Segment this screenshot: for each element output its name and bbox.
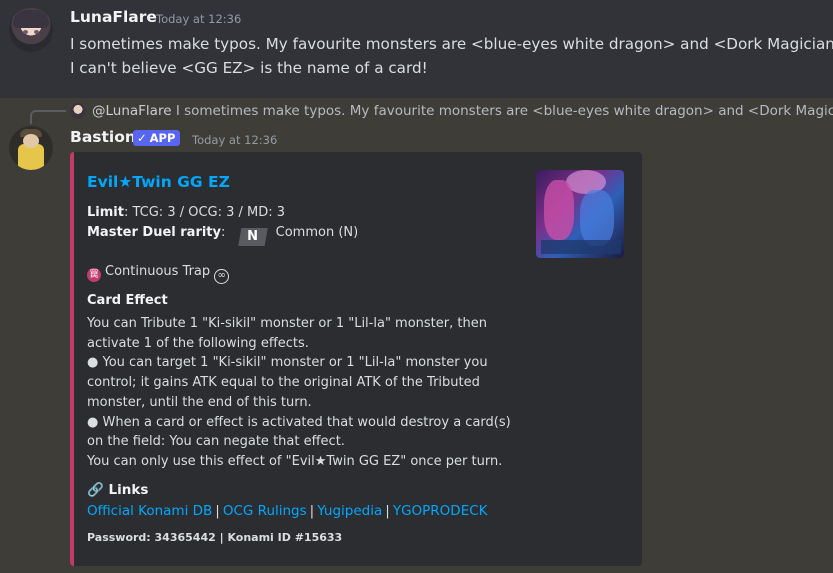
- username[interactable]: Bastion: [70, 128, 136, 146]
- art-shape: [541, 240, 621, 254]
- effect-line: You can Tribute 1 "Ki-sikil" monster or …: [87, 316, 487, 331]
- links-heading: Links: [108, 482, 149, 498]
- timestamp[interactable]: Today at 12:36: [156, 12, 241, 26]
- username[interactable]: LunaFlare: [70, 8, 157, 26]
- effect-line: control; it gains ATK equal to the origi…: [87, 375, 480, 391]
- link-separator: |: [309, 503, 315, 519]
- art-shape: [544, 180, 574, 240]
- avatar-eye: [23, 30, 28, 34]
- reply-text: I sometimes make typos. My favourite mon…: [175, 103, 833, 119]
- effect-line: on the field: You can negate that effect…: [87, 434, 345, 450]
- link-yugipedia[interactable]: Yugipedia: [317, 503, 382, 519]
- reply-avatar[interactable]: [70, 103, 86, 119]
- avatar-eye: [34, 30, 39, 34]
- message-content: I sometimes make typos. My favourite mon…: [70, 32, 833, 80]
- check-icon: ✓: [137, 131, 147, 145]
- rarity-value: Common (N): [275, 225, 359, 240]
- link-official-konami-db[interactable]: Official Konami DB: [87, 503, 212, 519]
- app-tag-label: APP: [149, 131, 176, 145]
- avatar-hair: [13, 10, 49, 28]
- card-type: Continuous Trap: [105, 264, 211, 279]
- embed-title[interactable]: Evil★Twin GG EZ: [87, 173, 230, 191]
- limit-label: Limit: [87, 205, 124, 220]
- card-effect-text: You can Tribute 1 "Ki-sikil" monster or …: [87, 314, 527, 472]
- card-thumbnail[interactable]: [536, 170, 624, 258]
- limit-value: : TCG: 3 / OCG: 3 / MD: 3: [123, 205, 286, 220]
- effect-line: activate 1 of the following effects.: [87, 335, 309, 351]
- effect-line: You can only use this effect of "Evil★Tw…: [87, 453, 503, 469]
- art-shape: [580, 190, 614, 246]
- effect-line: monster, until the end of this turn.: [87, 394, 312, 410]
- bot-avatar[interactable]: [9, 126, 53, 170]
- reply-preview[interactable]: @LunaFlare I sometimes make typos. My fa…: [92, 103, 833, 119]
- effect-heading-line: Card Effect: [87, 293, 168, 308]
- link-separator: |: [215, 503, 220, 519]
- card-embed: Evil★Twin GG EZ Limit: TCG: 3 / OCG: 3 /…: [70, 152, 642, 566]
- card-type-line: 罠 Continuous Trap ∞: [87, 264, 230, 284]
- avatar[interactable]: [9, 8, 53, 52]
- effect-heading: Card Effect: [87, 293, 168, 308]
- rarity-badge: N: [235, 228, 270, 246]
- rarity-label: Master Duel rarity: [87, 225, 221, 240]
- link-separator: |: [385, 503, 390, 519]
- avatar-head: [23, 134, 39, 148]
- continuous-icon: ∞: [214, 269, 230, 284]
- link-ocg-rulings[interactable]: OCG Rulings: [223, 503, 307, 519]
- embed-footer: Password: 34365442 | Konami ID #15633: [87, 531, 343, 544]
- links-heading-line: 🔗 Links: [87, 482, 148, 498]
- links-row: Official Konami DB | OCG Rulings | Yugipedia…: [87, 503, 488, 519]
- effect-line: ● You can target 1 "Ki-sikil" monster or…: [87, 355, 488, 371]
- app-tag: ✓ APP: [133, 130, 181, 146]
- rarity-line: Master Duel rarity: N Common (N): [87, 225, 359, 246]
- effect-line: ● When a card or effect is activated tha…: [87, 414, 511, 430]
- reply-connector: [30, 110, 66, 124]
- trap-icon: 罠: [87, 268, 101, 282]
- reply-mention[interactable]: @LunaFlare: [92, 103, 172, 119]
- link-ygoprodeck[interactable]: YGOPRODECK: [393, 503, 488, 519]
- link-icon: 🔗: [87, 482, 104, 498]
- message-line: I can't believe <GG EZ> is the name of a…: [70, 59, 428, 77]
- message-lunaflare: LunaFlare Today at 12:36 I sometimes mak…: [0, 0, 833, 98]
- timestamp[interactable]: Today at 12:36: [192, 133, 277, 147]
- limit-line: Limit: TCG: 3 / OCG: 3 / MD: 3: [87, 205, 285, 220]
- message-line: I sometimes make typos. My favourite mon…: [70, 35, 833, 53]
